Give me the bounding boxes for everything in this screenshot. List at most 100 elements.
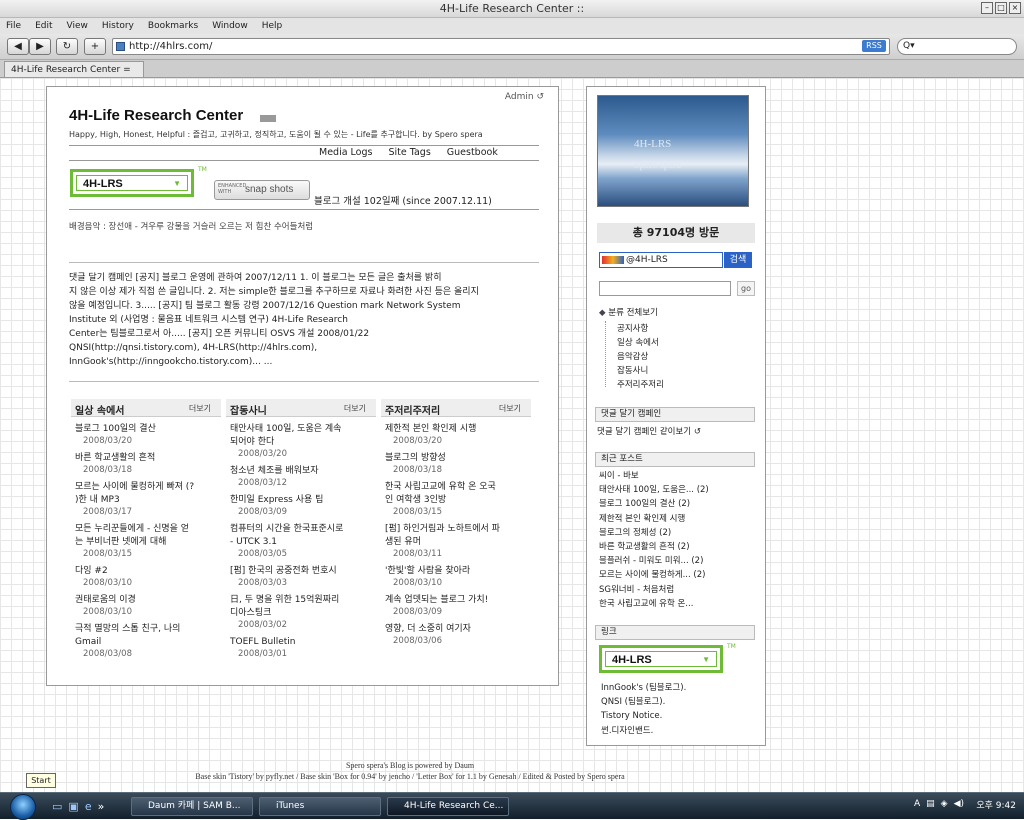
volume-icon[interactable]: ◀) xyxy=(954,799,964,809)
list-item[interactable]: 태안사태 100일, 도움은 계속 되어야 한다 2008/03/20 xyxy=(226,423,376,459)
recent-post-item[interactable]: 블로그의 정체성 (2) xyxy=(599,526,764,540)
link-item[interactable]: Tistory Notice. xyxy=(601,709,686,723)
taskbar-4h-life[interactable]: 4H-Life Research Ce... xyxy=(387,797,509,816)
category-item[interactable]: 잡동사니 xyxy=(607,364,664,378)
list-item[interactable]: 블로그 100일의 결산 2008/03/20 xyxy=(71,423,221,446)
nav-media-logs[interactable]: Media Logs xyxy=(319,147,372,158)
blog-search-input[interactable] xyxy=(599,281,731,296)
ie-icon[interactable]: e xyxy=(85,800,92,813)
post-title: 바른 학교생활의 흔적 xyxy=(75,453,156,463)
more-link[interactable]: 더보기 xyxy=(344,403,366,414)
menu-edit[interactable]: Edit xyxy=(35,18,52,34)
list-item[interactable]: 日, 두 명을 위한 15억원짜리 디아스팅크 2008/03/02 xyxy=(226,594,376,630)
maximize-button[interactable]: □ xyxy=(995,2,1007,14)
list-item[interactable]: 블로그의 방향성 2008/03/18 xyxy=(381,452,531,475)
list-item[interactable]: 바른 학교생활의 흔적 2008/03/18 xyxy=(71,452,221,475)
recent-post-item[interactable]: 블로그 100일의 결산 (2) xyxy=(599,497,764,511)
taskbar-itunes[interactable]: iTunes xyxy=(259,797,381,816)
list-item[interactable]: 한국 사립고교에 유학 온 오국 인 여학생 3인방 2008/03/15 xyxy=(381,481,531,517)
reload-button[interactable]: ↻ xyxy=(56,38,78,55)
start-orb-icon[interactable] xyxy=(10,794,36,820)
search-field[interactable]: Q▾ xyxy=(897,38,1017,55)
list-item[interactable]: 한미일 Express 사용 팁 2008/03/09 xyxy=(226,494,376,517)
forward-button[interactable]: ▶ xyxy=(29,38,51,55)
column-title[interactable]: 잡동사니 xyxy=(230,402,267,417)
list-item[interactable]: 권태로움의 이경 2008/03/10 xyxy=(71,594,221,617)
notice-line[interactable]: Center는 팀블로그로서 아..... [공지] 오픈 커뮤니티 OSVS … xyxy=(69,327,547,341)
network-icon[interactable]: ◈ xyxy=(941,799,948,809)
list-item[interactable]: [펌] 한국의 공중전화 번호시 2008/03/03 xyxy=(226,565,376,588)
category-item[interactable]: 일상 속에서 xyxy=(607,336,664,350)
link-item[interactable]: 썬.디자인밴드. xyxy=(601,724,686,738)
recent-post-item[interactable]: 바른 학교생활의 흔적 (2) xyxy=(599,540,764,554)
menu-file[interactable]: File xyxy=(6,18,21,34)
footer-line2[interactable]: Base skin 'Tistory' by pyfly.net / Base … xyxy=(60,771,760,782)
list-item[interactable]: 모르는 사이에 물컹하게 빠져 (?)한 내 MP3 2008/03/17 xyxy=(71,481,221,517)
rss-badge-icon[interactable] xyxy=(260,115,276,122)
footer-line1[interactable]: Spero spera's Blog is powered by Daum xyxy=(60,760,760,771)
snapshots-badge[interactable]: ENHANCED WITH snap shots xyxy=(214,180,310,200)
category-item[interactable]: 주저리주저리 xyxy=(607,378,664,392)
category-root[interactable]: ◆ 분류 전체보기 xyxy=(599,306,658,320)
close-button[interactable]: × xyxy=(1009,2,1021,14)
language-indicator[interactable]: A xyxy=(914,799,920,809)
column-title[interactable]: 일상 속에서 xyxy=(75,402,124,417)
list-item[interactable]: 다잉 #2 2008/03/10 xyxy=(71,565,221,588)
more-link[interactable]: 더보기 xyxy=(189,403,211,414)
post-date: 2008/03/12 xyxy=(238,478,287,488)
menu-history[interactable]: History xyxy=(102,18,134,34)
recent-post-item[interactable]: SG워너비 - 처음처럼 xyxy=(599,583,764,597)
desktop-icon[interactable]: ▭ xyxy=(52,800,62,813)
taskbar-daum-cafe[interactable]: Daum 카페 | SAM B... xyxy=(131,797,253,816)
taskbar-clock[interactable]: 오후 9:42 xyxy=(976,797,1016,815)
admin-link[interactable]: Admin ↺ xyxy=(505,92,544,102)
list-item[interactable]: '한빛'할 사람을 찾아라 2008/03/10 xyxy=(381,565,531,588)
rss-button[interactable]: RSS xyxy=(862,40,886,52)
category-item[interactable]: 음악감상 xyxy=(607,350,664,364)
link-item[interactable]: QNSI (팀블로그). xyxy=(601,695,686,709)
menu-view[interactable]: View xyxy=(67,18,88,34)
more-link[interactable]: 더보기 xyxy=(499,403,521,414)
list-item[interactable]: TOEFL Bulletin 2008/03/01 xyxy=(226,636,376,659)
link-item[interactable]: InnGook's (팀블로그). xyxy=(601,681,686,695)
recent-post-item[interactable]: 제한적 본인 확인제 시행 xyxy=(599,512,764,526)
column-title[interactable]: 주저리주저리 xyxy=(385,402,440,417)
recent-post-item[interactable]: 모르는 사이에 물컹하게... (2) xyxy=(599,568,764,582)
list-item[interactable]: 컴퓨터의 시간을 한국표준시로 - UTCK 3.1 2008/03/05 xyxy=(226,523,376,559)
recent-post-item[interactable]: 한국 사립고교에 유학 온... xyxy=(599,597,764,611)
recent-post-item[interactable]: 태안사태 100일, 도움은... (2) xyxy=(599,483,764,497)
list-item[interactable]: 제한적 본인 확인제 시행 2008/03/20 xyxy=(381,423,531,446)
blog-title[interactable]: 4H-Life Research Center xyxy=(69,107,243,124)
back-button[interactable]: ◀ xyxy=(7,38,29,55)
list-item[interactable]: 극적 멸망의 스톱 친구, 나의 Gmail 2008/03/08 xyxy=(71,623,221,659)
window-switch-icon[interactable]: ▣ xyxy=(68,800,78,813)
list-item[interactable]: 모든 누리꾼들에게 - 신명을 얻는 부비너판 넷에게 대해 2008/03/15 xyxy=(71,523,221,559)
list-item[interactable]: 계속 업뎃되는 블로그 가치! 2008/03/09 xyxy=(381,594,531,617)
ime-icon[interactable]: ▤ xyxy=(926,799,935,809)
nav-site-tags[interactable]: Site Tags xyxy=(388,147,430,158)
menu-bookmarks[interactable]: Bookmarks xyxy=(148,18,198,34)
lrs-logo[interactable]: 4H-LRS ▼ xyxy=(70,169,194,197)
campaign-link[interactable]: 댓글 달기 캠페인 같이보기 ↺ xyxy=(597,425,701,439)
blog-search-button[interactable]: go xyxy=(737,281,755,296)
recent-post-item[interactable]: 블플러쉬 - 미워도 미워... (2) xyxy=(599,554,764,568)
tab-4h-life[interactable]: 4H-Life Research Center = xyxy=(4,61,144,77)
lrs-logo-sidebar[interactable]: 4H-LRS ▼ xyxy=(599,645,723,673)
menu-help[interactable]: Help xyxy=(262,18,283,34)
notice-line[interactable]: 댓글 달기 캠페인 [공지] 블로그 운영에 관하여 2007/12/11 1.… xyxy=(69,271,547,285)
category-item[interactable]: 공지사항 xyxy=(607,322,664,336)
more-icon[interactable]: » xyxy=(98,800,105,813)
address-bar[interactable]: http://4hlrs.com/ xyxy=(112,38,890,55)
notice-line[interactable]: 않을 예정입니다. 3..... [공지] 팀 블로그 활동 강령 2007/1… xyxy=(69,299,547,313)
nav-guestbook[interactable]: Guestbook xyxy=(447,147,498,158)
minimize-button[interactable]: – xyxy=(981,2,993,14)
list-item[interactable]: 영향, 더 소중히 여기자 2008/03/06 xyxy=(381,623,531,646)
daum-search-input[interactable]: @4H-LRS xyxy=(599,252,723,268)
menu-window[interactable]: Window xyxy=(212,18,248,34)
new-tab-button[interactable]: + xyxy=(84,38,106,55)
post-date: 2008/03/20 xyxy=(83,436,132,446)
recent-post-item[interactable]: 씨이 - 바보 xyxy=(599,469,764,483)
list-item[interactable]: [펌] 하인거림과 노하트에서 파 생된 유머 2008/03/11 xyxy=(381,523,531,559)
daum-search-button[interactable]: 검색 xyxy=(724,252,752,268)
list-item[interactable]: 청소년 체조를 배워보자 2008/03/12 xyxy=(226,465,376,488)
